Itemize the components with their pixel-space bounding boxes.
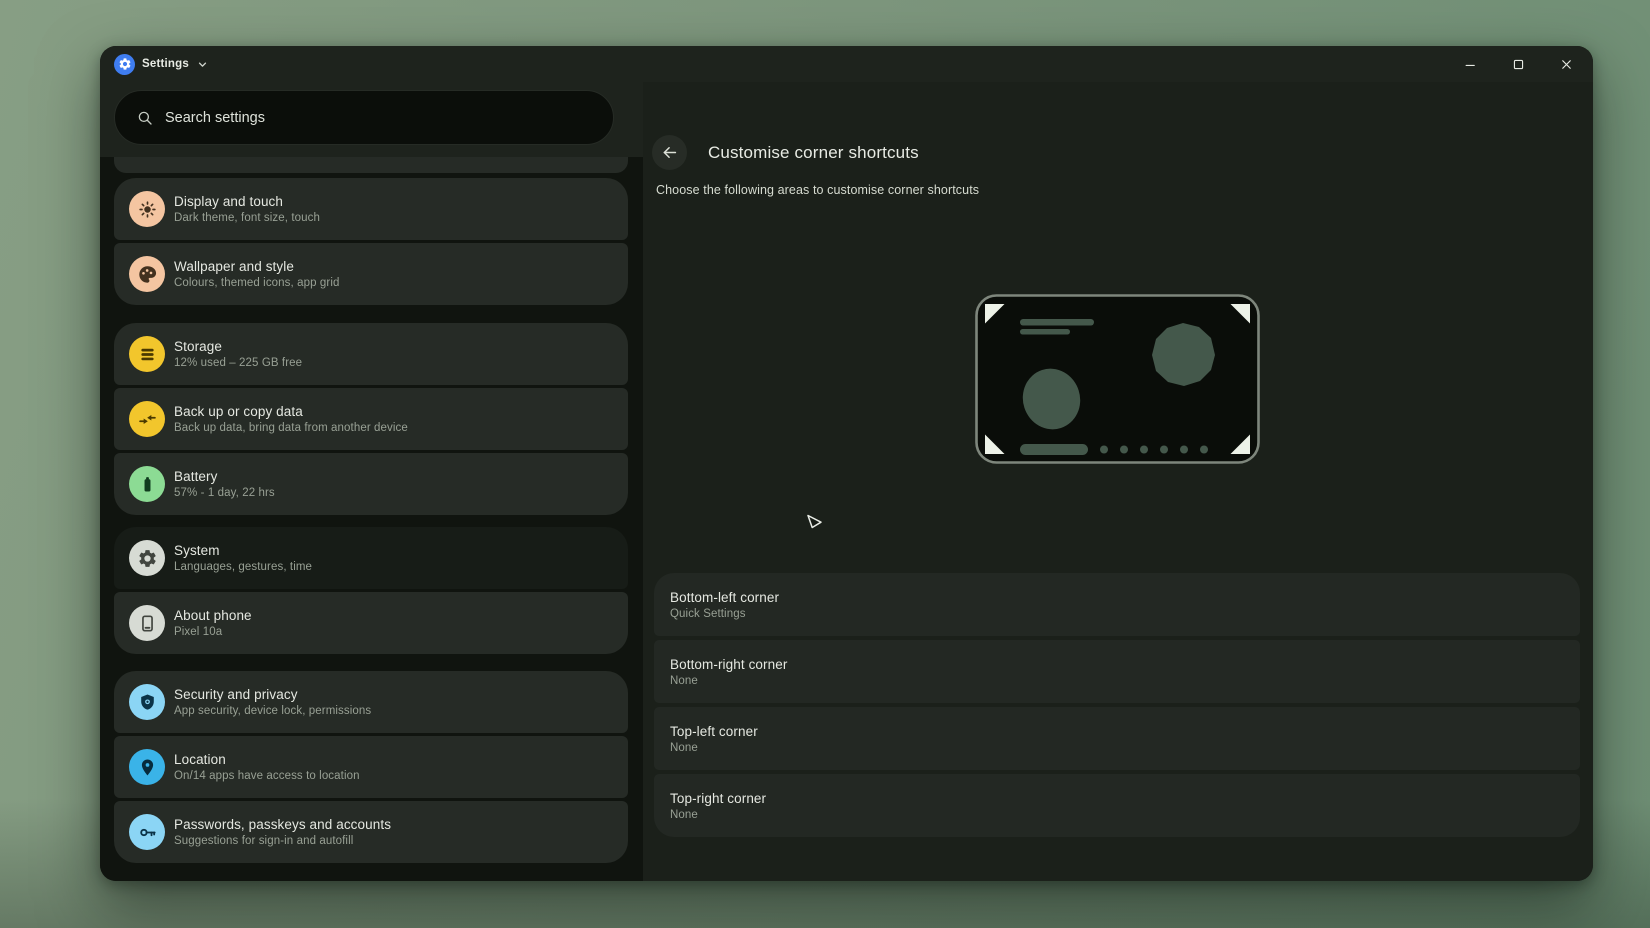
corner-shortcuts-illustration xyxy=(975,294,1260,464)
item-label: Security and privacy xyxy=(174,687,371,702)
corner-option-top-left[interactable]: Top-left corner None xyxy=(654,707,1580,770)
item-sublabel: Pixel 10a xyxy=(174,626,252,638)
item-label: Passwords, passkeys and accounts xyxy=(174,817,391,832)
sidebar-item-system[interactable]: System Languages, gestures, time xyxy=(114,527,628,589)
item-sublabel: Suggestions for sign-in and autofill xyxy=(174,835,391,847)
page-description: Choose the following areas to customise … xyxy=(656,183,979,197)
chevron-down-icon xyxy=(196,58,209,71)
item-sublabel: 12% used – 225 GB free xyxy=(174,357,302,369)
gear-icon xyxy=(129,540,165,576)
backup-icon xyxy=(129,401,165,437)
maximize-icon xyxy=(1511,57,1526,72)
corner-value: None xyxy=(670,809,1580,821)
sidebar-item-battery[interactable]: Battery 57% - 1 day, 22 hrs xyxy=(114,453,628,515)
settings-sidebar: Display and touch Dark theme, font size,… xyxy=(100,82,643,881)
item-sublabel: App security, device lock, permissions xyxy=(174,705,371,717)
corner-label: Top-left corner xyxy=(670,724,1580,739)
item-sublabel: On/14 apps have access to location xyxy=(174,770,360,782)
arrow-left-icon xyxy=(660,143,679,162)
minimize-icon xyxy=(1463,57,1478,72)
item-label: Back up or copy data xyxy=(174,404,408,419)
item-sublabel: Languages, gestures, time xyxy=(174,561,312,573)
back-button[interactable] xyxy=(652,135,687,170)
window-controls xyxy=(1460,54,1576,74)
search-input[interactable] xyxy=(165,110,595,126)
item-sublabel: Back up data, bring data from another de… xyxy=(174,422,408,434)
corner-option-top-right[interactable]: Top-right corner None xyxy=(654,774,1580,837)
sidebar-item-about-phone[interactable]: About phone Pixel 10a xyxy=(114,592,628,654)
shield-icon xyxy=(129,684,165,720)
corner-shortcuts-panel: Customise corner shortcuts Choose the fo… xyxy=(643,82,1593,881)
close-icon xyxy=(1559,57,1574,72)
sidebar-item-security-and-privacy[interactable]: Security and privacy App security, devic… xyxy=(114,671,628,733)
sidebar-item-storage[interactable]: Storage 12% used – 225 GB free xyxy=(114,323,628,385)
brightness-icon xyxy=(129,191,165,227)
search-section xyxy=(100,82,643,157)
item-sublabel: 57% - 1 day, 22 hrs xyxy=(174,487,275,499)
item-sublabel: Dark theme, font size, touch xyxy=(174,212,320,224)
corner-value: Quick Settings xyxy=(670,608,1580,620)
storage-icon xyxy=(129,336,165,372)
window-titlebar: Settings xyxy=(100,46,1593,82)
partially-scrolled-item[interactable] xyxy=(114,157,628,173)
corner-option-bottom-right[interactable]: Bottom-right corner None xyxy=(654,640,1580,703)
mouse-cursor xyxy=(806,514,824,532)
item-label: Wallpaper and style xyxy=(174,259,339,274)
sidebar-item-display-and-touch[interactable]: Display and touch Dark theme, font size,… xyxy=(114,178,628,240)
search-bar[interactable] xyxy=(114,90,614,145)
sidebar-item-backup[interactable]: Back up or copy data Back up data, bring… xyxy=(114,388,628,450)
battery-icon xyxy=(129,466,165,502)
app-title: Settings xyxy=(142,58,189,70)
palette-icon xyxy=(129,256,165,292)
key-icon xyxy=(129,814,165,850)
minimize-button[interactable] xyxy=(1460,54,1480,74)
corner-label: Bottom-left corner xyxy=(670,590,1580,605)
corner-value: None xyxy=(670,675,1580,687)
corner-options-list: Bottom-left corner Quick Settings Bottom… xyxy=(654,573,1580,841)
item-label: About phone xyxy=(174,608,252,623)
settings-app-icon xyxy=(114,54,135,75)
item-sublabel: Colours, themed icons, app grid xyxy=(174,277,339,289)
settings-window: Settings xyxy=(100,46,1593,881)
search-icon xyxy=(136,109,154,127)
item-label: Location xyxy=(174,752,360,767)
sidebar-item-wallpaper-and-style[interactable]: Wallpaper and style Colours, themed icon… xyxy=(114,243,628,305)
close-button[interactable] xyxy=(1556,54,1576,74)
item-label: Storage xyxy=(174,339,302,354)
settings-nav-list: Display and touch Dark theme, font size,… xyxy=(100,157,643,881)
corner-label: Bottom-right corner xyxy=(670,657,1580,672)
corner-option-bottom-left[interactable]: Bottom-left corner Quick Settings xyxy=(654,573,1580,636)
app-menu[interactable]: Settings xyxy=(114,54,209,75)
maximize-button[interactable] xyxy=(1508,54,1528,74)
page-title: Customise corner shortcuts xyxy=(708,143,919,163)
corner-value: None xyxy=(670,742,1580,754)
corner-label: Top-right corner xyxy=(670,791,1580,806)
sidebar-item-location[interactable]: Location On/14 apps have access to locat… xyxy=(114,736,628,798)
phone-icon xyxy=(129,605,165,641)
desktop-background: Settings xyxy=(0,0,1650,928)
item-label: Display and touch xyxy=(174,194,320,209)
item-label: Battery xyxy=(174,469,275,484)
location-pin-icon xyxy=(129,749,165,785)
item-label: System xyxy=(174,543,312,558)
sidebar-item-passwords[interactable]: Passwords, passkeys and accounts Suggest… xyxy=(114,801,628,863)
